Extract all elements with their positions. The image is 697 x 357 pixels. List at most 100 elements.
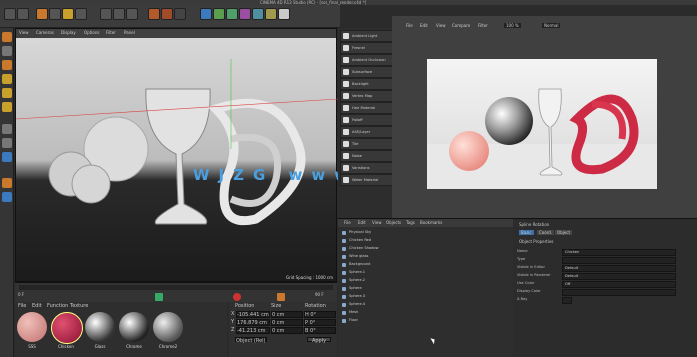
edges-mode-icon[interactable] [2,88,12,98]
render-menu-view[interactable]: View [436,23,446,28]
axis-mode-icon[interactable] [2,124,12,134]
om-menu-tags[interactable]: Tags [406,220,415,225]
blend-mode-select[interactable]: Normal [542,23,561,28]
material-swatch-chrome2[interactable] [153,312,183,342]
display-color-field[interactable] [562,289,676,296]
object-row[interactable]: Physical Sky [340,229,511,236]
rendered-image [427,59,657,189]
om-menu-bookmarks[interactable]: Bookmarks [420,220,442,225]
position-y-field[interactable]: 176.879 cm [236,319,270,326]
coords-mode-select[interactable]: Object (Rel) [235,337,267,344]
nurbs-icon[interactable] [213,8,225,20]
render-view-icon[interactable] [148,8,160,20]
xray-checkbox[interactable] [562,297,572,304]
visible-editor-select[interactable]: Default [562,265,676,272]
object-row[interactable]: Floor [340,317,511,324]
position-z-field[interactable]: -41.213 cm [236,327,270,334]
type-field[interactable] [562,257,676,264]
object-icon [342,287,346,291]
attribute-row-visible-editor: Visible in Editor Default [517,265,693,272]
timeline-ruler[interactable] [19,285,333,290]
timeline[interactable]: 0 F 90 F [15,282,337,302]
mat-menu-function[interactable]: Function [47,303,68,309]
object-row[interactable]: Sphere [340,285,511,292]
material-swatch-chrome[interactable] [119,312,149,342]
tab-object[interactable]: Object [555,230,573,235]
scale-tool-icon[interactable] [49,8,61,20]
attribute-header: Spline Rotation [519,222,550,227]
redo-icon[interactable] [17,8,29,20]
om-menu-file[interactable]: File [344,220,351,225]
undo-icon[interactable] [4,8,16,20]
render-menu-file[interactable]: File [406,23,413,28]
zoom-select[interactable]: 100 % [504,23,521,28]
object-row[interactable]: Wine glass [340,253,511,260]
object-row[interactable]: Sphere.2 [340,277,511,284]
om-menu-objects[interactable]: Objects [386,220,401,225]
mat-menu-edit[interactable]: Edit [32,303,42,309]
snap-icon[interactable] [2,152,12,162]
object-row[interactable]: Background [340,261,511,268]
position-x-field[interactable]: -105.441 cm [236,311,270,318]
z-axis-icon[interactable] [126,8,138,20]
apply-button[interactable]: Apply [307,337,331,344]
play-button[interactable] [155,293,163,301]
camera-icon[interactable] [265,8,277,20]
attribute-row-xray: X-Ray [517,297,693,304]
texture-mode-icon[interactable] [2,60,12,70]
object-manager: File Edit View Objects Tags Bookmarks Ph… [338,218,513,357]
perspective-viewport[interactable]: View Cameras Display Options Filter Pane… [15,28,338,282]
tab-basic[interactable]: Basic [519,230,534,235]
select-tool-icon[interactable] [75,8,87,20]
use-color-select[interactable]: Off [562,281,676,288]
x-axis-icon[interactable] [100,8,112,20]
rotate-tool-icon[interactable] [62,8,74,20]
material-swatch-sss[interactable] [17,312,47,342]
deformer-icon[interactable] [239,8,251,20]
material-swatch-chicken[interactable] [51,312,83,344]
rotation-h-field[interactable]: H 0° [304,311,336,318]
render-picture-icon[interactable] [161,8,173,20]
object-row[interactable]: Sphere.3 [340,293,511,300]
object-row[interactable]: Sphere.1 [340,269,511,276]
render-menu-edit[interactable]: Edit [420,23,428,28]
object-row[interactable]: Sphere.4 [340,301,511,308]
size-x-field[interactable]: 0 cm [271,311,303,318]
material-manager: File Edit Function Texture SSS Chicken G… [15,302,227,357]
model-mode-icon[interactable] [2,46,12,56]
array-icon[interactable] [226,8,238,20]
points-mode-icon[interactable] [2,74,12,84]
size-y-field[interactable]: 0 cm [271,319,303,326]
size-z-field[interactable]: 0 cm [271,327,303,334]
attribute-row-visible-renderer: Visible in Renderer Default [517,273,693,280]
scene-icon[interactable] [252,8,264,20]
light-icon[interactable] [278,8,290,20]
keyframe-button[interactable] [277,293,285,301]
rotation-p-field[interactable]: P 0° [304,319,336,326]
polygons-mode-icon[interactable] [2,102,12,112]
tweak-mode-icon[interactable] [2,138,12,148]
object-row[interactable]: Mesh [340,309,511,316]
mat-menu-texture[interactable]: Texture [70,303,88,309]
mat-menu-file[interactable]: File [18,303,26,309]
tab-coord[interactable]: Coord. [537,230,555,235]
y-axis-icon[interactable] [113,8,125,20]
lock-icon[interactable] [2,192,12,202]
object-icon [342,303,346,307]
visible-renderer-select[interactable]: Default [562,273,676,280]
workplane-icon[interactable] [2,178,12,188]
object-row[interactable]: Chicken Shadow [340,245,511,252]
move-tool-icon[interactable] [36,8,48,20]
object-row[interactable]: Chicken Red [340,237,511,244]
render-settings-icon[interactable] [174,8,186,20]
cube-icon[interactable] [200,8,212,20]
name-field[interactable]: Chicken [562,249,676,256]
om-menu-edit[interactable]: Edit [358,220,366,225]
render-menu-compare[interactable]: Compare [452,23,470,28]
record-button[interactable] [233,293,241,301]
rotation-b-field[interactable]: B 0° [304,327,336,334]
material-swatch-glass[interactable] [85,312,115,342]
om-menu-view[interactable]: View [372,220,382,225]
render-menu-filter[interactable]: Filter [478,23,488,28]
make-editable-icon[interactable] [2,32,12,42]
